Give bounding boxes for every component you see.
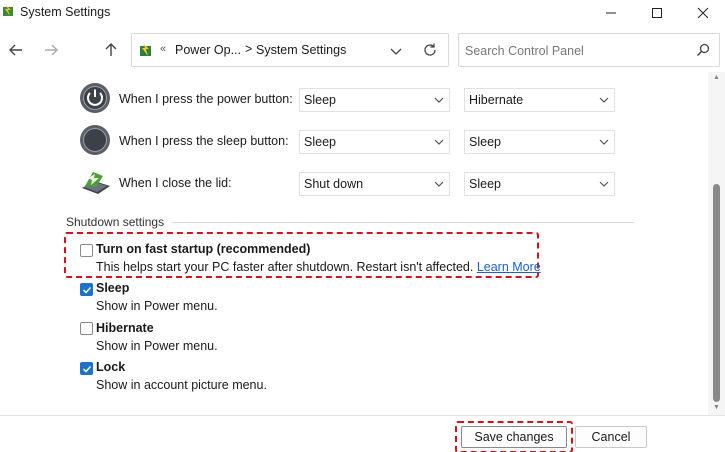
arrow-left-icon xyxy=(9,44,22,56)
fast-startup-description: This helps start your PC faster after sh… xyxy=(96,260,541,274)
arrow-right-icon xyxy=(45,44,58,56)
scrollbar-thumb[interactable] xyxy=(713,184,720,402)
back-button[interactable] xyxy=(4,38,28,62)
search-box[interactable] xyxy=(458,33,720,67)
forward-button[interactable] xyxy=(39,38,63,62)
sleep-label[interactable]: Sleep xyxy=(96,281,129,295)
sleep-button-plugged-select[interactable]: Sleep xyxy=(464,130,615,154)
lid-close-label: When I close the lid: xyxy=(119,176,232,190)
chevron-down-icon xyxy=(599,181,609,187)
hibernate-label[interactable]: Hibernate xyxy=(96,321,154,335)
close-button[interactable] xyxy=(682,0,724,26)
sleep-description: Show in Power menu. xyxy=(96,299,218,313)
save-changes-button[interactable]: Save changes xyxy=(461,426,567,448)
checkmark-icon xyxy=(82,365,91,373)
select-value: Shut down xyxy=(304,177,364,191)
power-button-plugged-select[interactable]: Hibernate xyxy=(464,88,615,112)
breadcrumb-power-options[interactable]: Power Op... xyxy=(175,43,241,57)
search-icon[interactable] xyxy=(696,43,710,57)
select-value: Sleep xyxy=(469,135,501,149)
lock-description: Show in account picture menu. xyxy=(96,378,267,392)
chevron-down-icon[interactable] xyxy=(388,43,404,59)
breadcrumb-separator: > xyxy=(245,42,253,56)
power-button-battery-select[interactable]: Sleep xyxy=(299,88,450,112)
scroll-down-icon[interactable]: ▼ xyxy=(713,404,720,411)
chevron-down-icon xyxy=(434,181,444,187)
lid-close-battery-select[interactable]: Shut down xyxy=(299,172,450,196)
select-value: Sleep xyxy=(304,93,336,107)
lock-label[interactable]: Lock xyxy=(96,360,125,374)
window-title: System Settings xyxy=(20,5,111,19)
laptop-lid-icon xyxy=(82,172,110,194)
settings-content: When I press the power button: Sleep Hib… xyxy=(0,72,725,415)
minimize-icon xyxy=(606,12,616,14)
lid-close-plugged-select[interactable]: Sleep xyxy=(464,172,615,196)
learn-more-link[interactable]: Learn More xyxy=(477,260,541,274)
title-bar: System Settings xyxy=(0,0,725,26)
cancel-button[interactable]: Cancel xyxy=(575,426,647,448)
chevron-down-icon xyxy=(599,97,609,103)
control-panel-power-icon xyxy=(3,5,13,16)
checkmark-icon xyxy=(82,286,91,294)
lid-close-row: When I close the lid: Shut down Sleep xyxy=(0,164,700,200)
sleep-button-icon xyxy=(80,125,110,155)
search-input[interactable] xyxy=(465,42,690,60)
fast-startup-checkbox[interactable] xyxy=(80,244,93,257)
fast-startup-label[interactable]: Turn on fast startup (recommended) xyxy=(96,242,310,256)
chevron-down-icon xyxy=(599,139,609,145)
chevron-down-icon xyxy=(434,97,444,103)
chevron-down-icon xyxy=(434,139,444,145)
select-value: Sleep xyxy=(304,135,336,149)
hibernate-description: Show in Power menu. xyxy=(96,339,218,353)
sleep-button-label: When I press the sleep button: xyxy=(119,134,289,148)
maximize-button[interactable] xyxy=(636,0,678,26)
sleep-button-battery-select[interactable]: Sleep xyxy=(299,130,450,154)
breadcrumb-system-settings[interactable]: System Settings xyxy=(256,43,346,57)
close-icon xyxy=(697,7,709,19)
power-button-row: When I press the power button: Sleep Hib… xyxy=(0,80,700,116)
address-bar[interactable]: « Power Op... > System Settings xyxy=(131,33,449,67)
breadcrumb-overflow[interactable]: « xyxy=(160,43,166,55)
scroll-up-icon[interactable]: ▲ xyxy=(713,74,720,81)
refresh-icon[interactable] xyxy=(422,42,438,58)
shutdown-settings-title: Shutdown settings xyxy=(66,215,171,229)
power-button-icon xyxy=(80,83,110,113)
arrow-up-icon xyxy=(105,43,117,56)
select-value: Hibernate xyxy=(469,93,524,107)
sleep-button-row: When I press the sleep button: Sleep Sle… xyxy=(0,122,700,158)
vertical-scrollbar[interactable]: ▲ ▼ xyxy=(708,72,725,415)
select-value: Sleep xyxy=(469,177,501,191)
control-panel-power-icon xyxy=(140,43,151,56)
maximize-icon xyxy=(652,8,662,18)
up-button[interactable] xyxy=(99,38,123,62)
sleep-checkbox[interactable] xyxy=(80,283,93,296)
lock-checkbox[interactable] xyxy=(80,362,93,375)
section-divider xyxy=(172,222,634,223)
hibernate-checkbox[interactable] xyxy=(80,322,93,335)
fast-startup-desc-text: This helps start your PC faster after sh… xyxy=(96,260,474,274)
minimize-button[interactable] xyxy=(590,0,632,26)
power-button-label: When I press the power button: xyxy=(119,92,293,106)
